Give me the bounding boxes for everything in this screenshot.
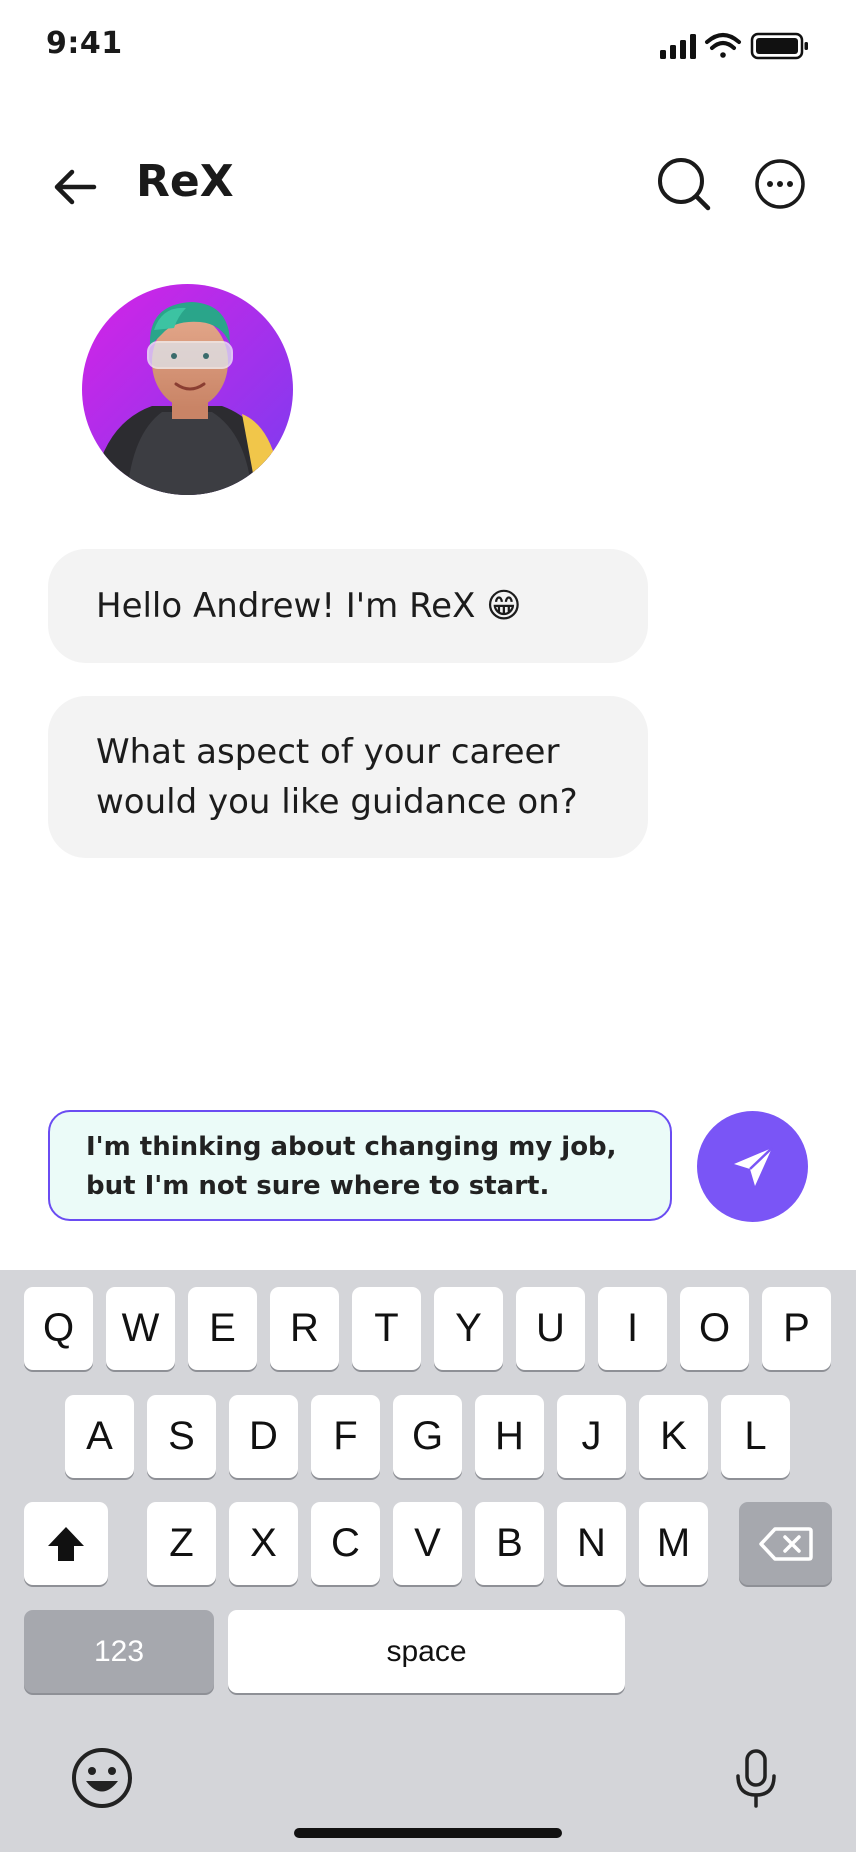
send-icon bbox=[733, 1146, 773, 1186]
key-l[interactable]: L bbox=[721, 1395, 790, 1478]
key-q[interactable]: Q bbox=[24, 1287, 93, 1370]
more-options-button[interactable] bbox=[754, 158, 806, 210]
bot-message-bubble: What aspect of your career would you lik… bbox=[48, 696, 648, 858]
signal-icon bbox=[660, 34, 696, 59]
key-t[interactable]: T bbox=[352, 1287, 421, 1370]
message-input[interactable]: I'm thinking about changing my job, but … bbox=[48, 1110, 672, 1221]
key-x[interactable]: X bbox=[229, 1502, 298, 1585]
message-text: What aspect of your career would you lik… bbox=[96, 732, 578, 822]
battery-icon bbox=[750, 32, 808, 60]
message-input-value: I'm thinking about changing my job, but … bbox=[86, 1132, 617, 1201]
key-f[interactable]: F bbox=[311, 1395, 380, 1478]
back-button[interactable] bbox=[48, 160, 102, 214]
key-w[interactable]: W bbox=[106, 1287, 175, 1370]
search-icon bbox=[658, 158, 711, 211]
key-h[interactable]: H bbox=[475, 1395, 544, 1478]
arrow-left-icon bbox=[54, 169, 97, 205]
shift-key[interactable] bbox=[24, 1502, 108, 1585]
status-icons bbox=[660, 32, 808, 60]
key-v[interactable]: V bbox=[393, 1502, 462, 1585]
key-g[interactable]: G bbox=[393, 1395, 462, 1478]
key-c[interactable]: C bbox=[311, 1502, 380, 1585]
key-j[interactable]: J bbox=[557, 1395, 626, 1478]
key-d[interactable]: D bbox=[229, 1395, 298, 1478]
message-text: Hello Andrew! I'm ReX 😁 bbox=[96, 586, 522, 626]
key-o[interactable]: O bbox=[680, 1287, 749, 1370]
backspace-key[interactable] bbox=[739, 1502, 832, 1585]
key-m[interactable]: M bbox=[639, 1502, 708, 1585]
keyboard: Q W E R T Y U I O P A S D F G H J K L Z … bbox=[0, 1270, 856, 1852]
key-b[interactable]: B bbox=[475, 1502, 544, 1585]
numbers-key[interactable]: 123 bbox=[24, 1610, 214, 1693]
key-a[interactable]: A bbox=[65, 1395, 134, 1478]
search-button[interactable] bbox=[656, 156, 712, 212]
emoji-button[interactable] bbox=[70, 1746, 134, 1810]
key-y[interactable]: Y bbox=[434, 1287, 503, 1370]
bot-message-bubble: Hello Andrew! I'm ReX 😁 bbox=[48, 549, 648, 663]
key-p[interactable]: P bbox=[762, 1287, 831, 1370]
key-i[interactable]: I bbox=[598, 1287, 667, 1370]
key-s[interactable]: S bbox=[147, 1395, 216, 1478]
key-k[interactable]: K bbox=[639, 1395, 708, 1478]
key-n[interactable]: N bbox=[557, 1502, 626, 1585]
more-horizontal-icon bbox=[755, 159, 805, 209]
key-e[interactable]: E bbox=[188, 1287, 257, 1370]
space-key[interactable]: space bbox=[228, 1610, 625, 1693]
key-r[interactable]: R bbox=[270, 1287, 339, 1370]
send-button[interactable] bbox=[697, 1111, 808, 1222]
microphone-button[interactable] bbox=[732, 1748, 780, 1810]
emoji-icon bbox=[72, 1748, 132, 1808]
bot-avatar bbox=[82, 284, 293, 495]
page-title: ReX bbox=[136, 156, 234, 207]
microphone-icon bbox=[736, 1749, 776, 1808]
key-u[interactable]: U bbox=[516, 1287, 585, 1370]
status-time: 9:41 bbox=[46, 26, 123, 61]
key-z[interactable]: Z bbox=[147, 1502, 216, 1585]
wifi-icon bbox=[705, 33, 741, 58]
shift-icon bbox=[48, 1526, 84, 1561]
home-indicator bbox=[294, 1828, 562, 1838]
backspace-icon bbox=[758, 1526, 813, 1561]
